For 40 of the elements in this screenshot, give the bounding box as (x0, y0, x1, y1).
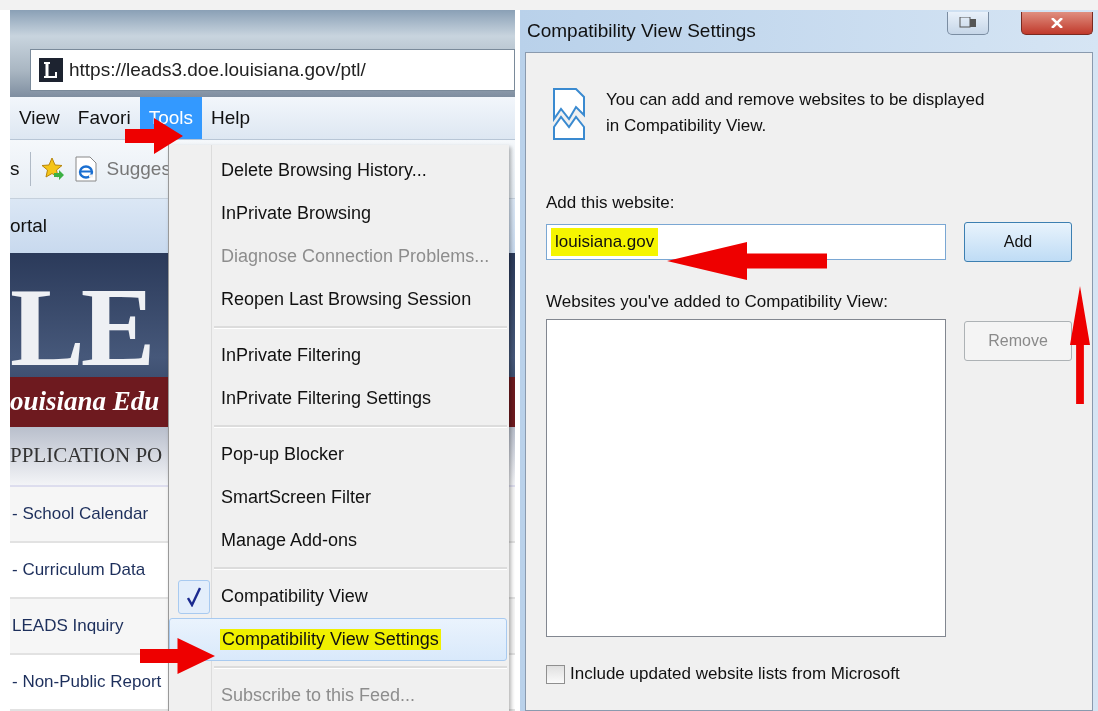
restore-button[interactable] (947, 12, 989, 35)
page-icon (552, 87, 586, 141)
checkbox[interactable] (546, 664, 565, 684)
menu-item[interactable]: Favori (68, 97, 140, 139)
dialog-title: Compatibility View Settings (526, 19, 757, 42)
address-bar[interactable]: https://leads3.doe.louisiana.gov/ptl/ (30, 49, 515, 92)
restore-icon (958, 17, 978, 29)
favorites-star-icon[interactable] (40, 156, 65, 181)
add-button[interactable]: Add (964, 222, 1072, 262)
page-e-icon[interactable] (74, 155, 97, 182)
menu-option[interactable]: SmartScreen Filter (169, 476, 507, 519)
portal-link[interactable]: - School Calendar (10, 503, 149, 524)
close-icon (1049, 18, 1065, 28)
info-text: You can add and remove websites to be displayed in Compatibility View. (606, 89, 986, 137)
menu-option[interactable]: InPrivate Filtering (169, 334, 507, 377)
field-label: Add this website: (546, 193, 676, 213)
url-text: https://leads3.doe.louisiana.gov/ptl/ (69, 59, 366, 82)
section-heading: PPLICATION PO (10, 443, 163, 469)
menu-option[interactable]: Compatibility View Settings (169, 618, 507, 661)
menu-option[interactable]: Reopen Last Browsing Session (169, 278, 507, 321)
toolbar-label: s (10, 157, 20, 180)
menu-option[interactable]: Manage Add-ons (169, 519, 507, 562)
menu-item[interactable]: Help (202, 97, 260, 139)
list-label: Websites you've added to Compatibility View: (546, 292, 889, 312)
website-input-field[interactable]: louisiana.gov (546, 224, 946, 260)
close-button[interactable] (1021, 12, 1093, 35)
portal-link[interactable]: LEADS Inquiry (10, 615, 124, 636)
menu-option[interactable]: Delete Browsing History... (169, 149, 507, 192)
site-logo-icon (39, 58, 63, 83)
menu-option[interactable]: Pop-up Blocker (169, 433, 507, 476)
banner-logo-text: LE (10, 276, 152, 377)
menu-item[interactable]: View (10, 97, 69, 139)
browser-tab[interactable]: ortal (10, 214, 47, 237)
menu-option[interactable]: InPrivate Browsing (169, 192, 507, 235)
suggested-sites-link[interactable]: Sugges (106, 157, 171, 180)
menu-option[interactable]: Compatibility View (169, 575, 507, 618)
checkbox-label: Include updated website lists from Microsoft (570, 664, 900, 684)
portal-link[interactable]: - Curriculum Data (10, 559, 146, 580)
portal-link[interactable]: - Non-Public Report (10, 671, 162, 692)
menu-option[interactable]: InPrivate Filtering Settings (169, 377, 507, 420)
